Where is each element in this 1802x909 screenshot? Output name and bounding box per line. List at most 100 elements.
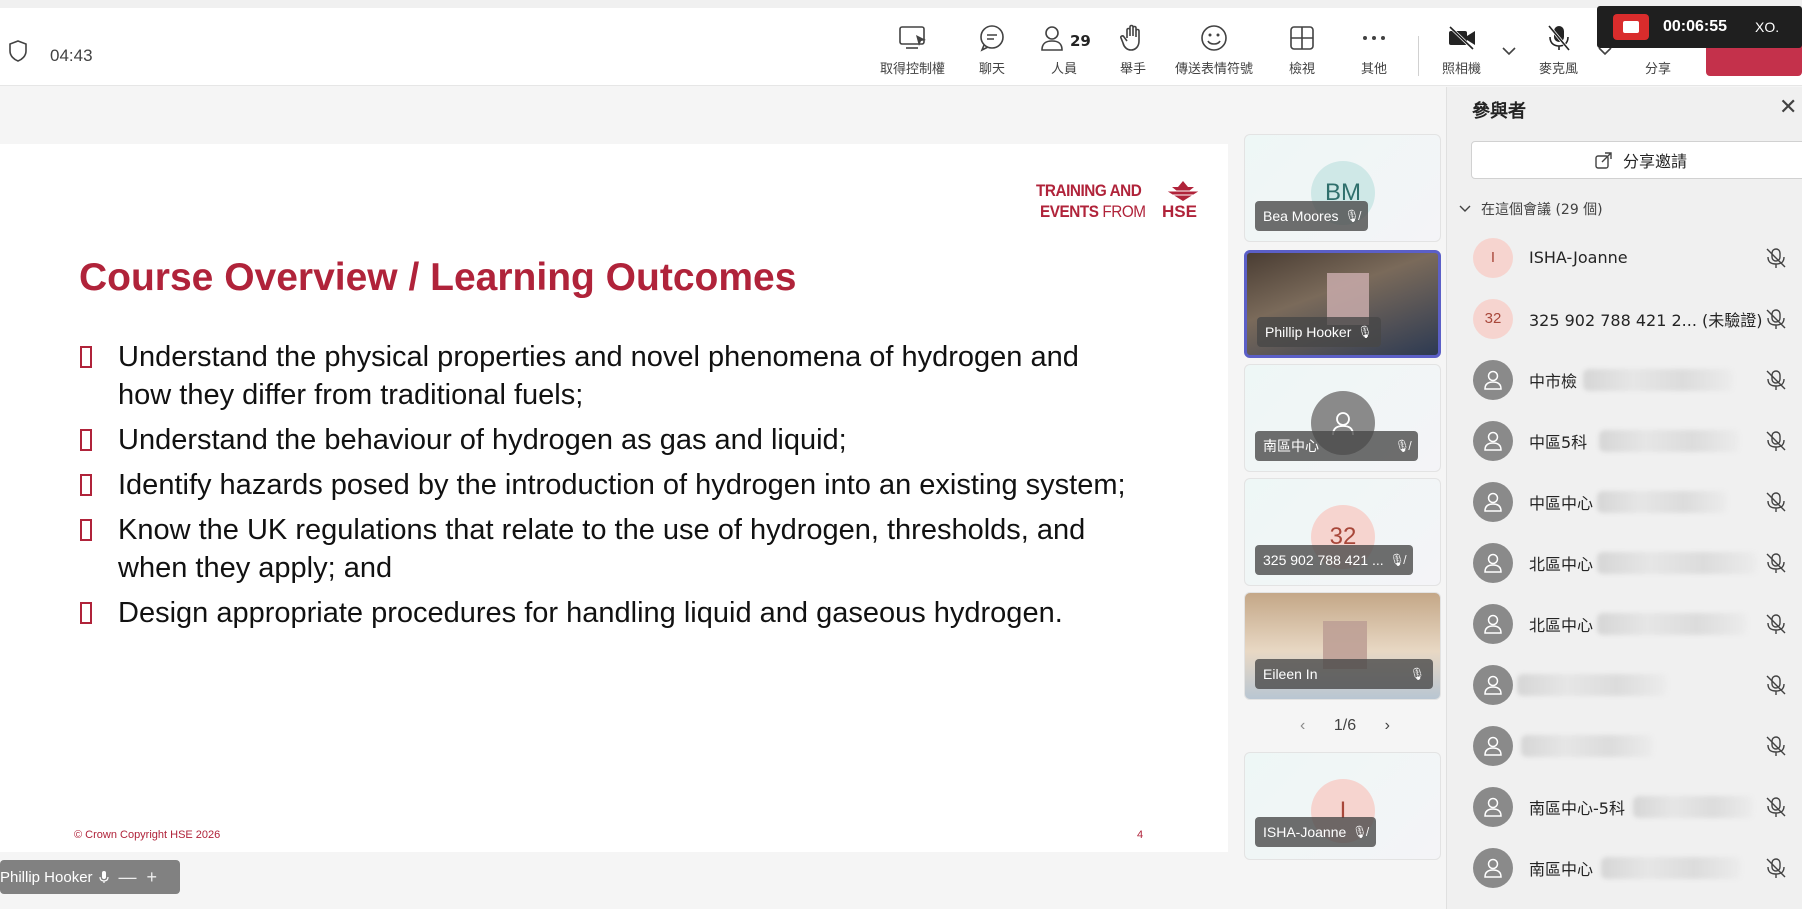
slide-page-number: 4 <box>1137 829 1144 841</box>
participant-person-icon <box>1473 847 1513 888</box>
participant-name: 中區5科 <box>1529 432 1588 452</box>
participant-row[interactable]: 中區中心 <box>1447 471 1802 532</box>
muted-mic-icon[interactable] <box>1765 430 1787 452</box>
pip-minimize-icon[interactable]: — <box>119 867 137 888</box>
participant-row[interactable]: I ISHA-Joanne <box>1447 227 1802 288</box>
bullet-marker-icon <box>80 519 92 541</box>
muted-mic-icon[interactable] <box>1765 674 1787 696</box>
participant-row[interactable]: 中區5科 <box>1447 410 1802 471</box>
slide-bullets: Understand the physical properties and n… <box>80 338 1140 639</box>
muted-mic-icon[interactable] <box>1765 491 1787 513</box>
tile-nametag: ISHA-Joanne 🎙︎̸ <box>1255 817 1376 847</box>
recording-time: 00:06:55 <box>1663 18 1728 35</box>
take-control-button[interactable]: 取得控制權 <box>880 22 945 84</box>
muted-mic-icon[interactable] <box>1765 308 1787 330</box>
prev-page-chevron-icon[interactable]: ‹ <box>1300 717 1305 735</box>
participant-row[interactable]: 北區中心 <box>1447 593 1802 654</box>
bullet-marker-icon <box>80 429 92 451</box>
people-icon <box>1041 26 1063 51</box>
people-label: 人員 <box>1050 62 1077 77</box>
redacted-name <box>1601 856 1741 879</box>
muted-mic-icon: 🎙︎̸ <box>1344 209 1360 223</box>
video-tile[interactable]: I ISHA-Joanne 🎙︎̸ <box>1244 752 1441 860</box>
pip-expand-icon[interactable]: + <box>147 867 158 888</box>
mic-on-icon: 🎙︎ <box>1357 325 1373 339</box>
participant-avatar: 32 <box>1473 298 1513 339</box>
emoji-icon <box>1201 25 1227 51</box>
video-tile[interactable]: 南區中心 🎙︎̸ <box>1244 364 1441 472</box>
react-button[interactable]: 傳送表情符號 <box>1175 22 1253 84</box>
tile-nametag: Phillip Hooker 🎙︎ <box>1257 317 1381 347</box>
participant-row[interactable]: 中市檢 <box>1447 349 1802 410</box>
participant-name: ISHA-Joanne <box>1529 248 1628 267</box>
section-header[interactable]: 在這個會議 (29 個) <box>1459 199 1603 219</box>
raise-hand-button[interactable]: 舉手 <box>1117 22 1149 84</box>
participant-row[interactable]: 南區中心 <box>1447 837 1802 898</box>
participant-person-icon <box>1473 359 1513 400</box>
participant-name: 南區中心-5科 <box>1529 798 1625 818</box>
participant-row[interactable] <box>1447 715 1802 776</box>
take-control-label: 取得控制權 <box>880 62 946 77</box>
muted-mic-icon[interactable] <box>1765 247 1787 269</box>
raise-hand-icon <box>1120 24 1140 51</box>
bullet-item: Design appropriate procedures for handli… <box>80 594 1140 632</box>
stage-bottom-area <box>0 852 1245 909</box>
toolbar-divider <box>1418 36 1419 76</box>
participant-person-icon <box>1473 603 1513 644</box>
camera-options-chevron-icon[interactable] <box>1502 46 1516 56</box>
participant-row[interactable] <box>1447 654 1802 715</box>
view-button[interactable]: 檢視 <box>1286 22 1318 84</box>
share-invite-button[interactable]: 分享邀請 <box>1471 141 1802 179</box>
participant-row[interactable]: 南區中心-5科 <box>1447 776 1802 837</box>
react-label: 傳送表情符號 <box>1175 62 1254 77</box>
video-tile[interactable]: BM Bea Moores 🎙︎̸ <box>1244 134 1441 242</box>
participant-row[interactable]: 北區中心 <box>1447 532 1802 593</box>
participant-person-icon <box>1473 420 1513 461</box>
meeting-timer: 04:43 <box>50 46 93 65</box>
video-tile[interactable]: Eileen In 🎙︎ <box>1244 592 1441 700</box>
redacted-name <box>1597 551 1757 574</box>
grid-view-icon <box>1290 26 1314 50</box>
participant-person-icon <box>1473 725 1513 766</box>
muted-mic-icon: 🎙︎̸ <box>1394 439 1410 453</box>
muted-mic-icon: 🎙︎̸ <box>1389 553 1405 567</box>
muted-mic-icon[interactable] <box>1765 796 1787 818</box>
camera-label: 照相機 <box>1442 62 1482 77</box>
participant-name: 325 902 788 421 2... (未驗證) <box>1529 310 1763 330</box>
muted-mic-icon[interactable] <box>1765 857 1787 879</box>
more-button[interactable]: 其他 <box>1358 22 1390 84</box>
video-tile-speaking[interactable]: Phillip Hooker 🎙︎ <box>1244 250 1441 358</box>
participant-person-icon <box>1473 542 1513 583</box>
next-page-chevron-icon[interactable]: › <box>1385 717 1390 735</box>
participant-name: 中區中心 <box>1529 493 1594 513</box>
mic-on-icon: 🎙︎ <box>1409 667 1425 681</box>
close-panel-icon[interactable]: ✕ <box>1779 95 1797 120</box>
mic-button[interactable]: 麥克風 <box>1539 22 1578 84</box>
share-icon <box>1595 152 1612 169</box>
muted-mic-icon[interactable] <box>1765 369 1787 391</box>
muted-mic-icon[interactable] <box>1765 613 1787 635</box>
redacted-name <box>1599 429 1739 452</box>
muted-mic-icon[interactable] <box>1765 552 1787 574</box>
tile-nametag: Bea Moores 🎙︎̸ <box>1255 201 1368 231</box>
brand-events: EVENTS <box>1040 202 1099 221</box>
recording-indicator[interactable]: 00:06:55 XO. <box>1597 6 1802 48</box>
tile-nametag: 325 902 788 421 ... 🎙︎̸ <box>1255 545 1413 575</box>
brand-from: FROM <box>1098 202 1146 221</box>
participant-list: I ISHA-Joanne 32 325 902 788 421 2... (未… <box>1447 227 1802 898</box>
chat-button[interactable]: 聊天 <box>976 22 1008 84</box>
participant-avatar: I <box>1473 237 1513 278</box>
participant-person-icon <box>1473 664 1513 705</box>
more-icon <box>1363 36 1385 40</box>
hse-crown-logo-icon <box>1167 181 1199 201</box>
redacted-name <box>1521 734 1653 757</box>
participant-row[interactable]: 32 325 902 788 421 2... (未驗證) <box>1447 288 1802 349</box>
camera-button[interactable]: 照相機 <box>1442 22 1481 84</box>
muted-mic-icon[interactable] <box>1765 735 1787 757</box>
presenter-pip[interactable]: Phillip Hooker — + <box>0 860 180 894</box>
people-button[interactable]: 29 人員 <box>1036 22 1092 84</box>
redacted-name <box>1597 490 1727 513</box>
participants-panel: 參與者 ✕ 分享邀請 在這個會議 (29 個) I ISHA-Joanne 32… <box>1446 87 1802 909</box>
video-tile[interactable]: 32 325 902 788 421 ... 🎙︎̸ <box>1244 478 1441 586</box>
chevron-down-icon <box>1459 205 1471 212</box>
